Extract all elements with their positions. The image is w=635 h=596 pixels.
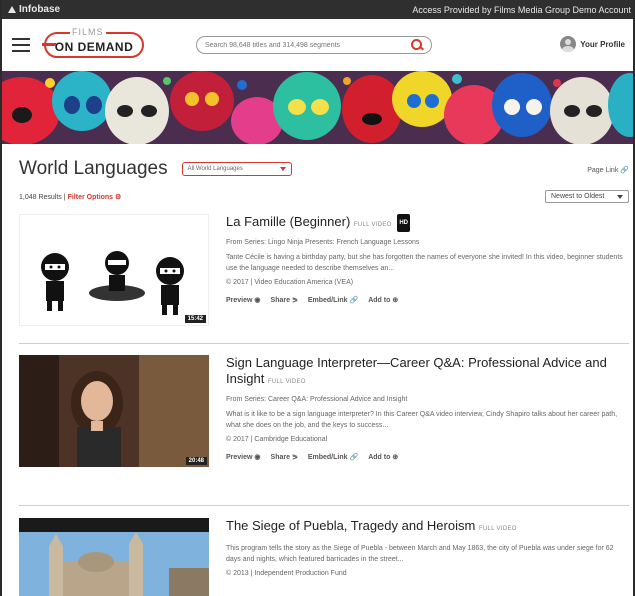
video-duration: 20:48 [185,457,207,465]
search-input[interactable] [205,41,411,49]
hamburger-menu-icon[interactable] [12,38,30,52]
share-button[interactable]: Share ⪖ [271,296,298,304]
filter-icon: ⚙ [115,194,122,201]
your-profile-label: Your Profile [580,39,625,49]
embed-link-button[interactable]: Embed/Link 🔗 [308,296,358,304]
result-info-1: La Famille (Beginner) FULL VIDEO HD From… [226,214,626,304]
result-title-1[interactable]: La Famille (Beginner) FULL VIDEO HD [226,214,626,233]
link-icon: 🔗 [620,167,629,174]
result-description: Tante Cécile is having a birthday party,… [226,254,623,272]
filter-options-link[interactable]: Filter Options ⚙ [68,193,122,201]
add-to-button[interactable]: Add to ⊕ [368,296,398,304]
ninja-thumbnail-image [41,251,184,315]
sugar-skulls-image [2,71,633,144]
sugar-skulls-banner [2,71,633,144]
title-row: World Languages All World Languages Page… [19,157,629,181]
hd-badge: HD [397,214,410,232]
result-info-3: The Siege of Puebla, Tragedy and Heroism… [226,518,626,577]
share-icon: ⪖ [291,454,298,461]
results-row: 1,048 Results | Filter Options ⚙ Newest … [19,190,629,204]
add-to-button[interactable]: Add to ⊕ [368,453,398,461]
language-dropdown-value: All World Languages [187,166,243,172]
result-series: From Series: Lingo Ninja Presents: Frenc… [226,239,420,246]
preview-button[interactable]: Preview ◉ [226,453,261,461]
share-label: Share [270,297,290,304]
infobase-logo-icon [8,6,16,13]
page-link-label: Page Link [587,167,619,174]
result-actions: Preview ◉ Share ⪖ Embed/Link 🔗 Add to ⊕ [226,296,626,304]
puebla-thumbnail-image [19,518,209,596]
result-description: What is it like to be a sign language in… [226,411,618,429]
result-title-text: La Famille (Beginner) [226,214,351,229]
result-title-text: The Siege of Puebla, Tragedy and Heroism [226,518,476,533]
result-series: From Series: Career Q&A: Professional Ad… [226,396,408,403]
logo-films-text: FILMS [70,27,106,37]
eye-icon: ◉ [254,454,261,461]
result-description: This program tells the story as the Sieg… [226,545,614,563]
result-divider [19,505,629,506]
search-bar[interactable] [196,36,432,54]
avatar-icon [560,36,577,52]
share-label: Share [270,454,290,461]
page-frame: Infobase Access Provided by Films Media … [0,0,635,596]
result-meta: © 2017 | Cambridge Educational [226,436,328,443]
full-video-badge: FULL VIDEO [353,222,392,228]
full-video-badge: FULL VIDEO [267,379,306,385]
share-button[interactable]: Share ⪖ [271,453,298,461]
infobase-topbar: Infobase Access Provided by Films Media … [2,0,633,19]
result-thumbnail-3[interactable] [19,518,209,596]
search-icon[interactable] [411,39,423,51]
result-title-3[interactable]: The Siege of Puebla, Tragedy and Heroism… [226,518,626,537]
page-title: World Languages [19,158,168,179]
embed-link-button[interactable]: Embed/Link 🔗 [308,453,358,461]
plus-circle-icon: ⊕ [392,297,399,304]
infobase-brand-label: Infobase [19,4,61,15]
films-on-demand-logo[interactable]: FILMS ON DEMAND [42,27,144,58]
chevron-down-icon [617,194,623,199]
add-to-label: Add to [368,454,391,461]
eye-icon: ◉ [254,297,261,304]
your-profile-button[interactable]: Your Profile [560,36,625,52]
preview-label: Preview [226,454,253,461]
sort-dropdown[interactable]: Newest to Oldest [545,190,629,203]
preview-label: Preview [226,297,253,304]
add-to-label: Add to [368,297,391,304]
sort-dropdown-value: Newest to Oldest [551,193,605,200]
result-title-2[interactable]: Sign Language Interpreter—Career Q&A: Pr… [226,355,626,390]
plus-circle-icon: ⊕ [392,454,399,461]
result-thumbnail-1[interactable]: 15:42 [19,214,209,326]
result-meta: © 2013 | Independent Production Fund [226,570,347,577]
logo-arrow-icon [42,43,56,46]
result-meta: © 2017 | Video Education America (VEA) [226,279,354,286]
result-divider [19,343,629,344]
interview-thumbnail-image [19,355,209,467]
page-link[interactable]: Page Link 🔗 [587,166,629,174]
site-header: FILMS ON DEMAND Your Profile [2,19,633,71]
result-thumbnail-2[interactable]: 20:48 [19,355,209,467]
embed-link-label: Embed/Link [307,297,348,304]
chevron-down-icon [279,167,286,171]
results-count: 1,048 Results | [19,193,66,201]
share-icon: ⪖ [291,297,298,304]
result-actions: Preview ◉ Share ⪖ Embed/Link 🔗 Add to ⊕ [226,453,626,461]
preview-button[interactable]: Preview ◉ [226,296,261,304]
filter-options-label: Filter Options [67,194,114,201]
access-provided-text: Access Provided by Films Media Group Dem… [412,4,631,15]
logo-on-demand-text: ON DEMAND [54,39,134,54]
result-info-2: Sign Language Interpreter—Career Q&A: Pr… [226,355,626,461]
embed-link-label: Embed/Link [307,454,348,461]
language-dropdown[interactable]: All World Languages [181,162,292,176]
link-icon: 🔗 [349,454,359,461]
link-icon: 🔗 [349,297,359,304]
infobase-brand[interactable]: Infobase [8,4,60,15]
full-video-badge: FULL VIDEO [478,526,517,532]
video-duration: 15:42 [184,315,206,323]
